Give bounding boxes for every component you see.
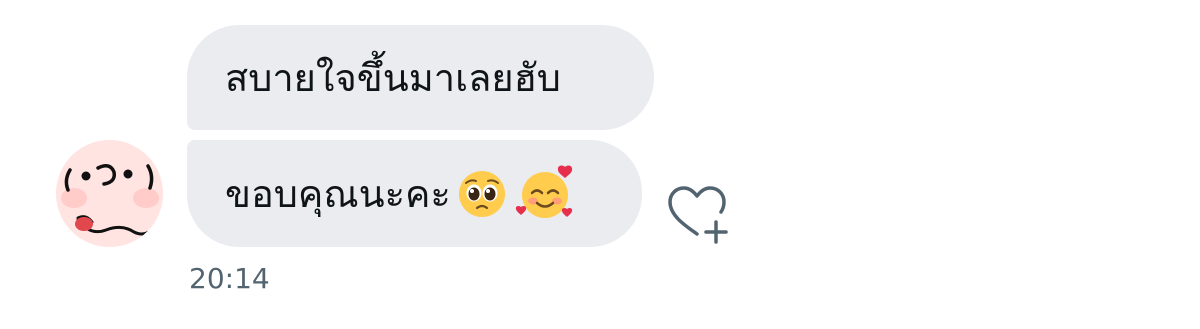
avatar[interactable] [56,140,163,247]
message-bubble[interactable]: ขอบคุณนะคะ [187,140,642,247]
avatar-image [56,140,163,247]
message-text: ขอบคุณนะคะ [225,171,451,216]
like-button[interactable] [664,182,734,248]
message-timestamp: 20:14 [189,262,270,295]
message-text: สบายใจขึ้นมาเลยฮับ [225,55,561,100]
message-bubble[interactable]: สบายใจขึ้นมาเลยฮับ [187,25,654,130]
heart-plus-icon [668,186,728,244]
smiling-face-with-hearts-emoji [513,165,577,223]
pleading-face-emoji [457,169,507,219]
message-thread: สบายใจขึ้นมาเลยฮับ ขอบคุณนะคะ 20:14 [0,0,1200,329]
